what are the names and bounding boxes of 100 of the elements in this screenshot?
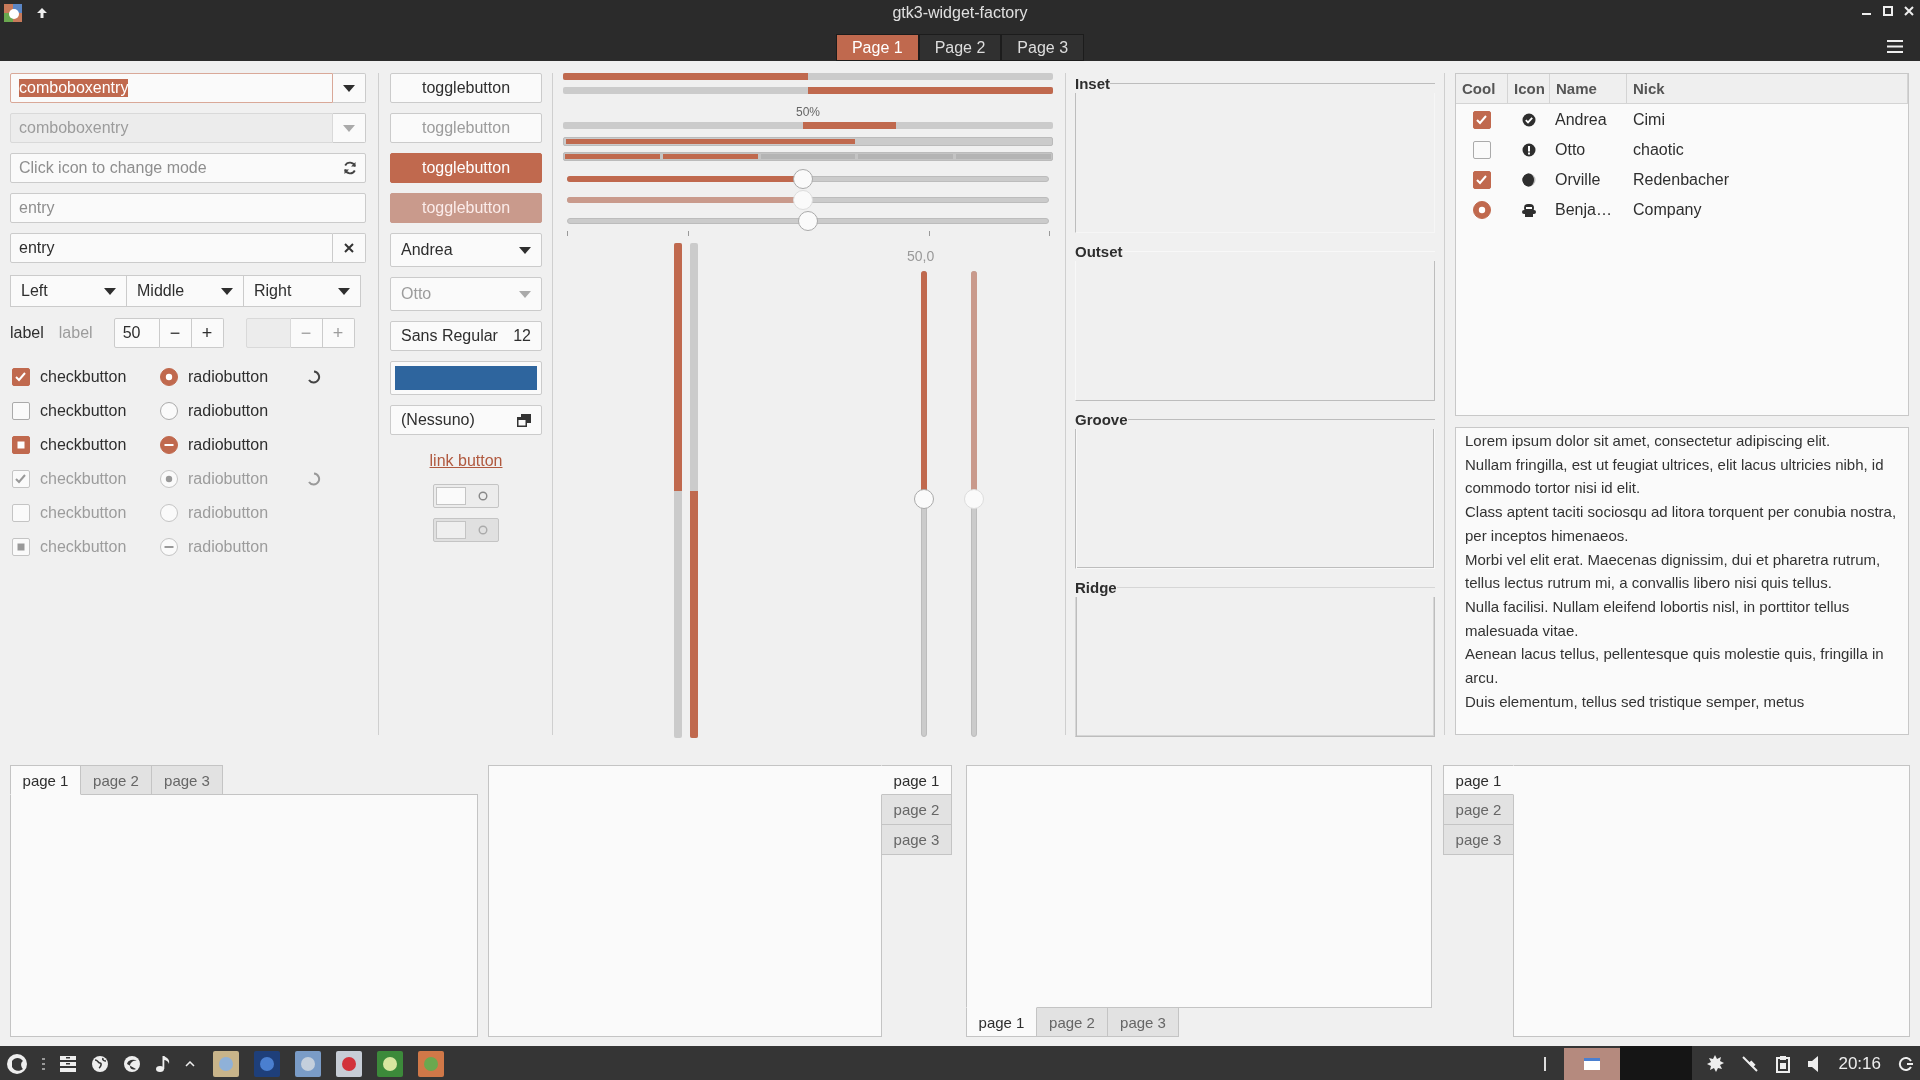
circle-icon xyxy=(478,491,488,501)
toggle-button[interactable]: togglebutton xyxy=(390,73,542,103)
tab[interactable]: page 3 xyxy=(881,825,952,855)
clipboard-icon[interactable] xyxy=(1776,1055,1791,1073)
slider[interactable] xyxy=(914,271,934,737)
radio-button[interactable]: radiobutton xyxy=(160,436,307,454)
page-tab[interactable]: Page 3 xyxy=(1001,34,1085,61)
app-launcher-icon[interactable] xyxy=(377,1051,403,1077)
font-button[interactable]: Sans Regular 12 xyxy=(390,321,542,351)
tab[interactable]: page 1 xyxy=(881,765,952,795)
radio-icon[interactable] xyxy=(160,368,178,386)
tab[interactable]: page 3 xyxy=(1108,1007,1179,1037)
checkbox-icon[interactable] xyxy=(1473,171,1491,189)
table-cell-text: chaotic xyxy=(1632,141,1684,159)
table-cell-text: Company xyxy=(1632,201,1702,219)
globe-icon[interactable] xyxy=(91,1055,109,1073)
page-tab[interactable]: Page 2 xyxy=(918,34,1002,61)
table-cell-text: Benja… xyxy=(1554,201,1613,219)
progress-text: 50% xyxy=(795,105,821,120)
up-arrow-icon[interactable] xyxy=(36,7,48,19)
spinner-icon xyxy=(307,370,321,384)
frame-label: Outset xyxy=(1075,242,1123,260)
app-launcher-icon[interactable] xyxy=(254,1051,280,1077)
tab[interactable]: page 2 xyxy=(1037,1007,1108,1037)
caret-icon xyxy=(519,290,531,298)
text-field[interactable]: entry xyxy=(10,193,366,223)
combo-box[interactable]: Andrea xyxy=(390,233,542,267)
drawer-icon[interactable] xyxy=(59,1055,77,1073)
power-icon[interactable] xyxy=(1898,1056,1914,1072)
clock-text: 20:16 xyxy=(1838,1054,1881,1074)
close-icon xyxy=(344,243,354,253)
table-cell-text: Andrea xyxy=(1554,111,1608,129)
text-view[interactable]: Lorem ipsum dolor sit amet, consectetur adipiscing elit. Nullam fringilla, est ut feugiat ultrices, elit lacus ultricies nibh, id commodo tortor nisi id elit. Class aptent taciti sociosqu ad litora torquent per conubia nostra, per inceptos himenaeos. Morbi vel elit erat. Maecenas dignissim, dui et pharetra rutrum, tellus lectus rutrum mi, a convallis libero nisi quis tellus. Nulla facilisi. Nullam eleifend lobortis nisl, in porttitor tellus malesuada vitae. Aenean lacus tellus, pellentesque quis molestie quis, fringilla in arcu. Duis elementum, tellus sed tristique semper, metus xyxy=(1455,427,1909,735)
spin-field[interactable]: 50 xyxy=(113,318,160,348)
close-icon[interactable] xyxy=(1904,6,1914,16)
refresh-icon[interactable] xyxy=(343,161,357,175)
circle-icon xyxy=(478,525,488,535)
checkbox-icon[interactable] xyxy=(1473,111,1491,129)
column-header[interactable]: Icon xyxy=(1508,74,1550,103)
toggle-button[interactable]: togglebutton xyxy=(390,153,542,183)
window-button[interactable] xyxy=(1564,1048,1621,1080)
label-text: label xyxy=(10,324,44,342)
window-title: gtk3-widget-factory xyxy=(892,4,1028,21)
checkbox-icon[interactable] xyxy=(12,436,30,454)
app-icon[interactable] xyxy=(4,4,22,22)
tab[interactable]: page 1 xyxy=(966,1007,1037,1037)
link[interactable]: link button xyxy=(429,452,503,470)
column-header[interactable]: Cool xyxy=(1456,74,1508,103)
caret-icon xyxy=(221,287,233,295)
maximize-icon[interactable] xyxy=(1883,6,1893,16)
checkbox-icon[interactable] xyxy=(12,402,30,420)
drag-handle-icon xyxy=(42,1058,45,1070)
radio-button[interactable]: radiobutton xyxy=(160,368,307,386)
radio-icon[interactable] xyxy=(160,436,178,454)
increment-button[interactable]: + xyxy=(191,318,224,348)
starburst-icon[interactable] xyxy=(1706,1055,1725,1073)
radio-icon[interactable] xyxy=(160,402,178,420)
slider[interactable] xyxy=(565,169,1051,189)
plug-icon[interactable] xyxy=(1741,1055,1760,1073)
checkbox-icon[interactable] xyxy=(12,368,30,386)
checkbox[interactable]: checkbutton xyxy=(10,436,160,454)
text-field[interactable]: entry xyxy=(10,233,333,263)
table-cell-text: Cimi xyxy=(1632,111,1665,129)
menu-icon[interactable] xyxy=(1887,40,1903,53)
checkbox[interactable]: checkbutton xyxy=(10,368,160,386)
tab[interactable]: page 2 xyxy=(1443,795,1514,825)
slider[interactable] xyxy=(565,211,1051,231)
tab[interactable]: page 3 xyxy=(1443,825,1514,855)
column-header[interactable]: Nick xyxy=(1627,74,1908,103)
checkbox-icon[interactable] xyxy=(1473,141,1491,159)
app-launcher-icon[interactable] xyxy=(336,1051,362,1077)
table-cell-text: Redenbacher xyxy=(1632,171,1730,189)
caret-up-icon[interactable] xyxy=(185,1061,195,1067)
decrement-button[interactable]: − xyxy=(159,318,192,348)
file-chooser-button[interactable]: (Nessuno) xyxy=(390,405,542,435)
start-button[interactable] xyxy=(6,1053,28,1075)
tab[interactable]: page 1 xyxy=(1443,765,1514,795)
page-tab[interactable]: Page 1 xyxy=(835,34,919,61)
swirl-icon[interactable] xyxy=(123,1055,141,1073)
clear-button[interactable] xyxy=(333,233,366,263)
tab[interactable]: page 3 xyxy=(152,765,223,795)
combo-entry-field[interactable]: comboboxentry xyxy=(10,73,333,103)
switch[interactable] xyxy=(433,484,499,508)
checkbox[interactable]: checkbutton xyxy=(10,402,160,420)
column-header[interactable]: Name xyxy=(1550,74,1627,103)
caret-icon xyxy=(104,287,116,295)
frame-label: Ridge xyxy=(1075,578,1117,596)
music-note-icon[interactable] xyxy=(155,1055,171,1073)
tab[interactable]: page 1 xyxy=(10,765,81,795)
radio-button[interactable]: radiobutton xyxy=(160,402,307,420)
combo-box[interactable]: Left xyxy=(10,275,127,307)
tab[interactable]: page 2 xyxy=(881,795,952,825)
tab[interactable]: page 2 xyxy=(81,765,152,795)
caret-icon xyxy=(343,124,355,132)
robot-icon xyxy=(1521,203,1537,217)
dropdown-button[interactable] xyxy=(333,73,366,103)
radio-icon[interactable] xyxy=(1473,201,1491,219)
combo-box[interactable]: Middle xyxy=(127,275,244,307)
combo-box[interactable]: Right xyxy=(244,275,361,307)
frame-label: Groove xyxy=(1075,410,1128,428)
